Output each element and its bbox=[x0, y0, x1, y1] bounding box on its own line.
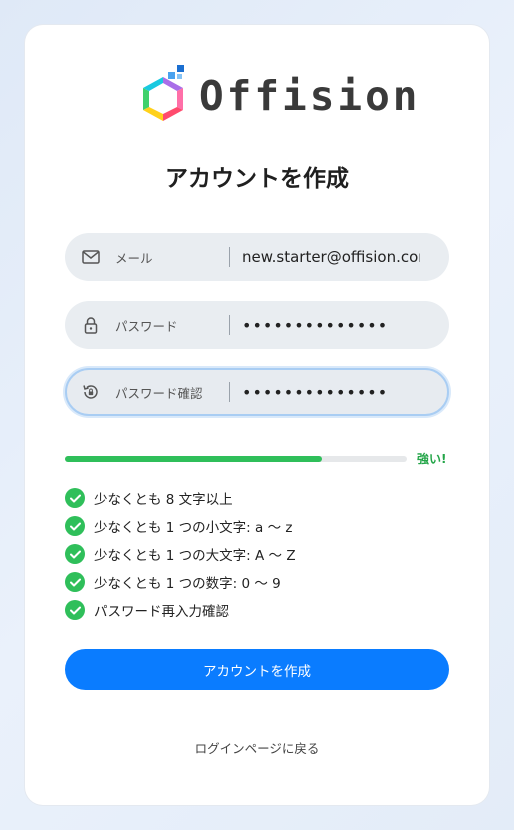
confirm-password-input[interactable] bbox=[242, 382, 420, 402]
requirement-item: 少なくとも 1 つの大文字: A 〜 Z bbox=[65, 540, 296, 568]
brand-logo: Offision bbox=[137, 63, 420, 125]
check-circle-icon bbox=[65, 516, 85, 536]
requirement-text: 少なくとも 1 つの数字: 0 〜 9 bbox=[94, 576, 281, 592]
requirement-text: パスワード再入力確認 bbox=[94, 604, 229, 620]
check-circle-icon bbox=[65, 600, 85, 620]
confirm-password-field[interactable]: パスワード確認 bbox=[65, 368, 449, 416]
requirement-item: 少なくとも 8 文字以上 bbox=[65, 484, 296, 512]
requirement-text: 少なくとも 1 つの大文字: A 〜 Z bbox=[94, 548, 296, 564]
password-label: パスワード bbox=[115, 318, 178, 334]
check-circle-icon bbox=[65, 572, 85, 592]
requirement-item: パスワード再入力確認 bbox=[65, 596, 296, 624]
page-title: アカウントを作成 bbox=[165, 166, 349, 192]
check-circle-icon bbox=[65, 488, 85, 508]
password-requirements: 少なくとも 8 文字以上少なくとも 1 つの小文字: a 〜 z 少なくとも 1 … bbox=[65, 484, 296, 624]
requirement-text: 少なくとも 1 つの小文字: a 〜 z bbox=[94, 520, 293, 536]
password-field[interactable]: パスワード bbox=[65, 301, 449, 349]
back-to-login-link[interactable]: ログインページに戻る bbox=[25, 738, 489, 757]
confirm-password-label: パスワード確認 bbox=[115, 385, 203, 401]
lock-icon bbox=[81, 315, 101, 335]
history-lock-icon bbox=[81, 382, 101, 402]
email-label: メール bbox=[115, 250, 153, 266]
requirement-item: 少なくとも 1 つの小文字: a 〜 z bbox=[65, 512, 296, 540]
password-input[interactable] bbox=[242, 315, 420, 335]
password-strength-fill bbox=[65, 456, 322, 462]
create-account-button[interactable]: アカウントを作成 bbox=[65, 649, 449, 690]
offision-logo-icon bbox=[143, 65, 184, 121]
field-divider bbox=[229, 382, 230, 402]
requirement-text: 少なくとも 8 文字以上 bbox=[94, 492, 233, 508]
mail-icon bbox=[81, 247, 101, 267]
brand-name: Offision bbox=[199, 71, 421, 120]
requirement-item: 少なくとも 1 つの数字: 0 〜 9 bbox=[65, 568, 296, 596]
field-divider bbox=[229, 315, 230, 335]
email-input[interactable] bbox=[242, 248, 420, 266]
password-strength-meter bbox=[65, 456, 407, 462]
signup-card: Offision アカウントを作成 メール パスワード bbox=[25, 25, 489, 805]
password-strength-label: 強い! bbox=[417, 452, 447, 466]
email-field[interactable]: メール bbox=[65, 233, 449, 281]
field-divider bbox=[229, 247, 230, 267]
check-circle-icon bbox=[65, 544, 85, 564]
